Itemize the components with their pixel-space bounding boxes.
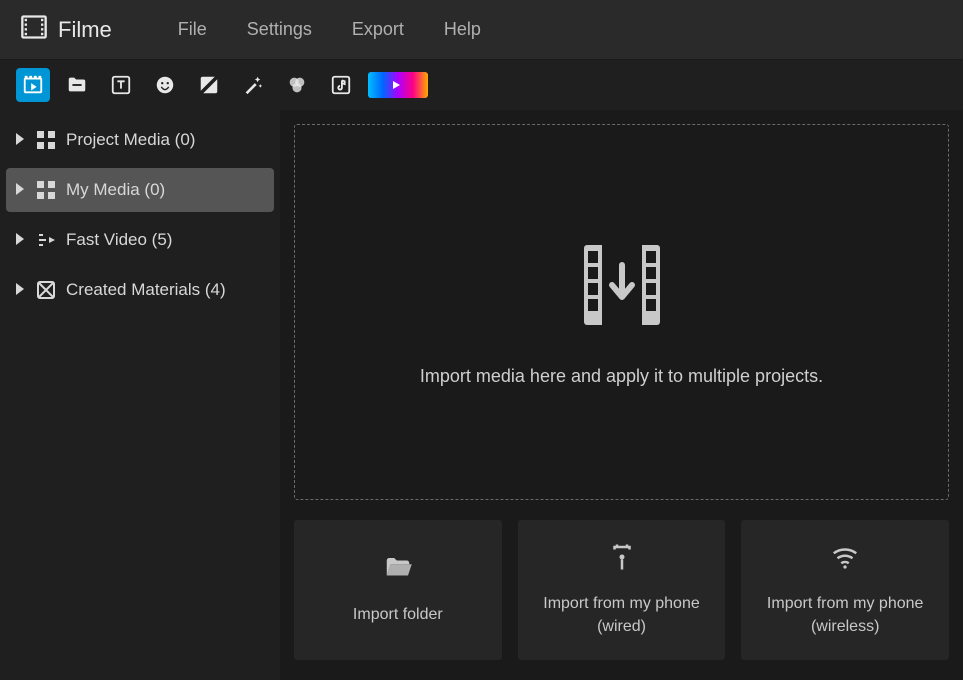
sidebar-item-fast-video[interactable]: Fast Video (5) — [6, 218, 274, 262]
import-folder-card[interactable]: Import folder — [294, 520, 502, 660]
import-card-label: Import from my phone (wireless) — [751, 593, 939, 638]
sidebar-item-label: Created Materials (4) — [66, 280, 226, 300]
titlebar: Filme File Settings Export Help — [0, 0, 963, 60]
wifi-icon — [830, 542, 860, 577]
menu-file[interactable]: File — [164, 13, 221, 46]
sidebar: Project Media (0) My Media (0) Fast Vide… — [0, 110, 280, 680]
filters-tab-button[interactable] — [280, 68, 314, 102]
import-card-label: Import folder — [353, 604, 443, 626]
filme-logo-icon — [20, 13, 48, 46]
dropzone-text: Import media here and apply it to multip… — [420, 366, 823, 387]
main-panel: Import media here and apply it to multip… — [280, 110, 963, 680]
menu-settings[interactable]: Settings — [233, 13, 326, 46]
grid-icon — [36, 131, 56, 149]
menu-export[interactable]: Export — [338, 13, 418, 46]
grid-icon — [36, 181, 56, 199]
sticker-tab-button[interactable] — [148, 68, 182, 102]
phone-wired-icon — [607, 542, 637, 577]
import-phone-wireless-card[interactable]: Import from my phone (wireless) — [741, 520, 949, 660]
sidebar-item-project-media[interactable]: Project Media (0) — [6, 118, 274, 162]
sidebar-item-created-materials[interactable]: Created Materials (4) — [6, 268, 274, 312]
sidebar-item-my-media[interactable]: My Media (0) — [6, 168, 274, 212]
transition-tab-button[interactable] — [192, 68, 226, 102]
app-logo: Filme — [20, 13, 112, 46]
audio-tab-button[interactable] — [324, 68, 358, 102]
import-phone-wired-card[interactable]: Import from my phone (wired) — [518, 520, 726, 660]
import-dropzone[interactable]: Import media here and apply it to multip… — [294, 124, 949, 500]
chevron-right-icon — [16, 230, 26, 250]
folder-tab-button[interactable] — [60, 68, 94, 102]
materials-icon — [36, 281, 56, 299]
folder-open-icon — [383, 553, 413, 588]
chevron-right-icon — [16, 280, 26, 300]
chevron-right-icon — [16, 180, 26, 200]
sidebar-item-label: Fast Video (5) — [66, 230, 172, 250]
menu-help[interactable]: Help — [430, 13, 495, 46]
toolbar — [0, 60, 963, 110]
resources-tab-button[interactable] — [368, 72, 428, 98]
app-title: Filme — [58, 17, 112, 43]
effects-tab-button[interactable] — [236, 68, 270, 102]
fast-forward-icon — [36, 231, 56, 249]
chevron-right-icon — [16, 130, 26, 150]
import-cards-row: Import folder Import from my phone (wire… — [294, 520, 949, 660]
sidebar-item-label: My Media (0) — [66, 180, 165, 200]
sidebar-item-label: Project Media (0) — [66, 130, 195, 150]
media-tab-button[interactable] — [16, 68, 50, 102]
text-tab-button[interactable] — [104, 68, 138, 102]
film-import-icon — [574, 237, 670, 338]
import-card-label: Import from my phone (wired) — [528, 593, 716, 638]
body: Project Media (0) My Media (0) Fast Vide… — [0, 110, 963, 680]
